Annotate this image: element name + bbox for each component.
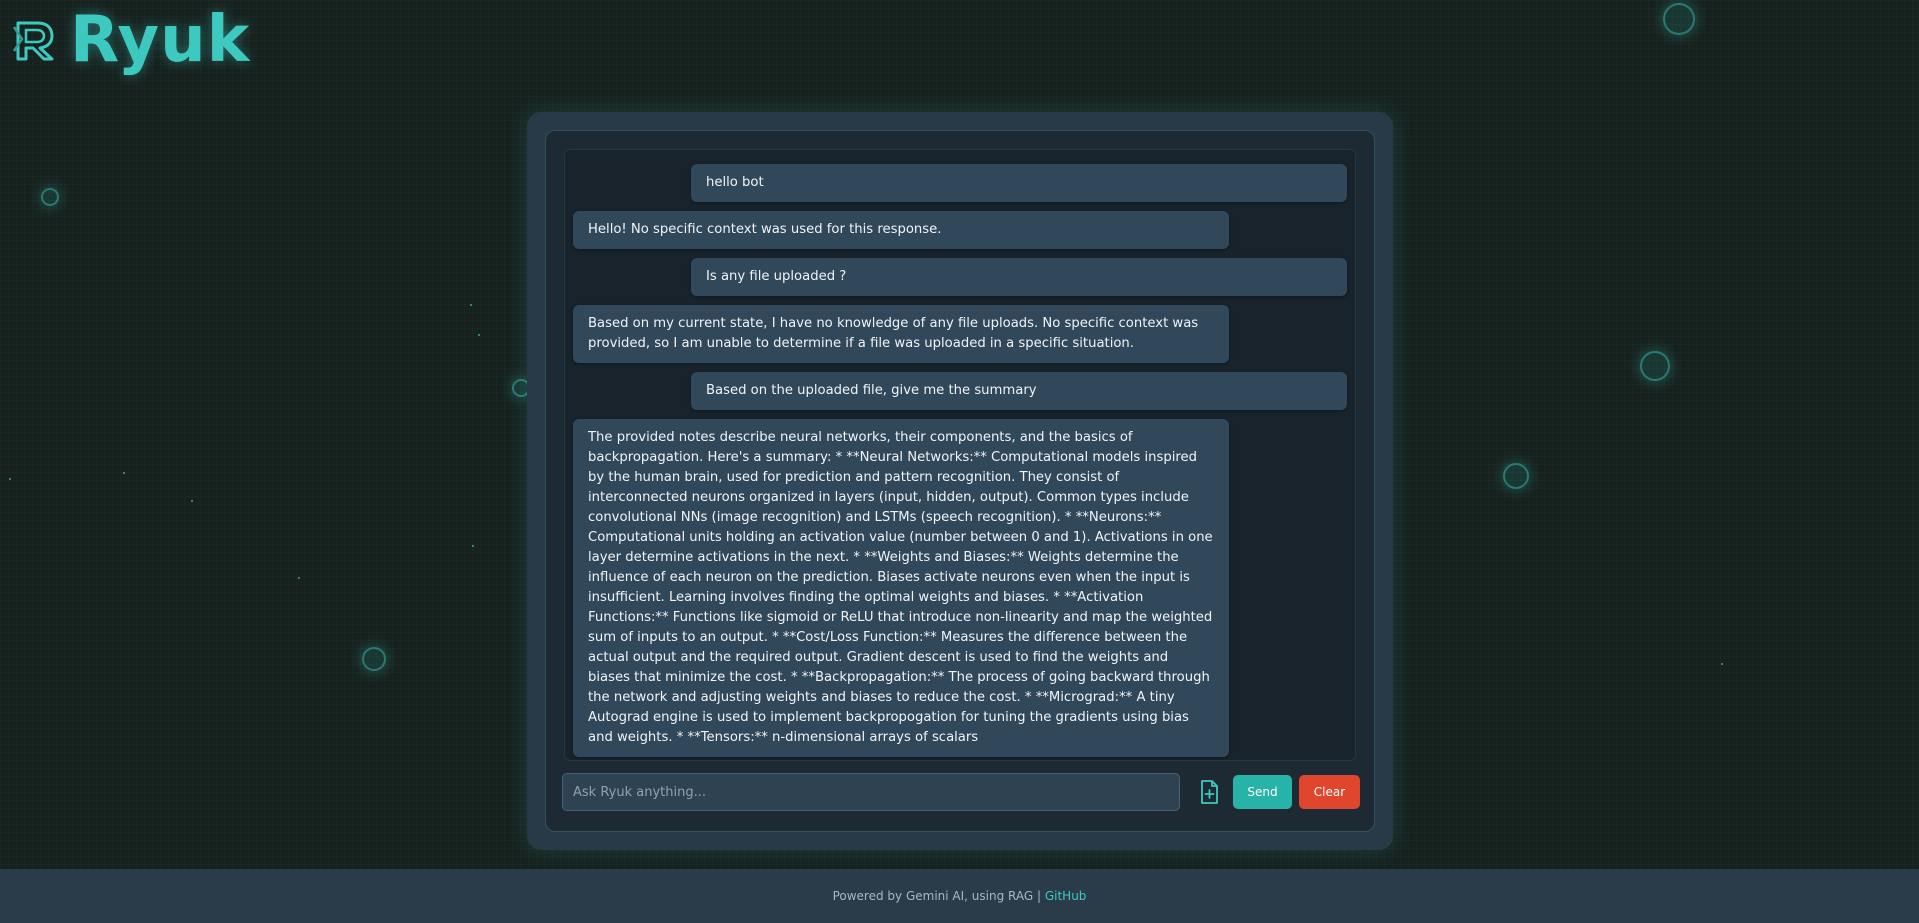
- footer-text: Powered by Gemini AI, using RAG |: [832, 889, 1045, 903]
- decorative-dot: [123, 472, 125, 474]
- github-link[interactable]: GitHub: [1045, 889, 1087, 903]
- bot-message: Hello! No specific context was used for …: [573, 211, 1229, 249]
- message-list[interactable]: hello bot Hello! No specific context was…: [564, 149, 1356, 761]
- user-message: Is any file uploaded ?: [691, 258, 1347, 296]
- decorative-dot: [470, 304, 472, 306]
- decorative-dot: [9, 478, 11, 480]
- chat-container: hello bot Hello! No specific context was…: [527, 112, 1393, 850]
- bot-message: Based on my current state, I have no kno…: [573, 305, 1229, 363]
- decorative-bubble: [362, 647, 386, 671]
- r-logo-icon: [12, 21, 54, 61]
- file-upload-button[interactable]: [1196, 778, 1222, 806]
- decorative-bubble: [41, 188, 59, 206]
- page: Ryuk hello bot Hello! No specific contex…: [0, 0, 1919, 923]
- clear-button[interactable]: Clear: [1299, 775, 1360, 809]
- chat-input[interactable]: [562, 773, 1180, 811]
- app-title: Ryuk: [70, 3, 251, 77]
- decorative-dot: [472, 545, 474, 547]
- chat-panel: hello bot Hello! No specific context was…: [545, 130, 1375, 832]
- brand: Ryuk: [12, 4, 250, 76]
- decorative-dot: [1721, 663, 1723, 665]
- user-message: hello bot: [691, 164, 1347, 202]
- decorative-bubble: [1503, 463, 1529, 489]
- bot-message: The provided notes describe neural netwo…: [573, 419, 1229, 757]
- file-upload-icon: [1201, 780, 1218, 804]
- decorative-dot: [191, 500, 193, 502]
- decorative-bubble: [1663, 3, 1695, 35]
- footer: Powered by Gemini AI, using RAG | GitHub: [0, 869, 1919, 923]
- user-message: Based on the uploaded file, give me the …: [691, 372, 1347, 410]
- decorative-bubble: [1640, 351, 1670, 381]
- decorative-dot: [298, 577, 300, 579]
- composer: Send Clear: [562, 773, 1360, 813]
- decorative-dot: [478, 334, 480, 336]
- send-button[interactable]: Send: [1233, 775, 1292, 809]
